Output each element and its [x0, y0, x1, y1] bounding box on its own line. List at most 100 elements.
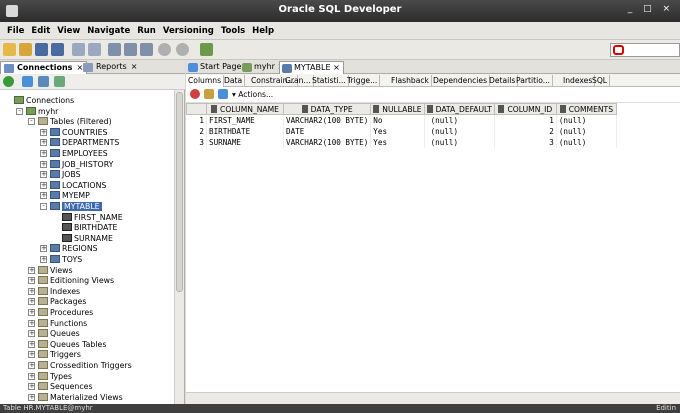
- filter-icon[interactable]: [38, 76, 49, 87]
- column-header[interactable]: COLUMN_NAME: [206, 103, 284, 115]
- actions-menu[interactable]: ▾ Actions...: [232, 90, 273, 99]
- tree-node[interactable]: + Packages: [28, 297, 86, 307]
- expand-icon[interactable]: +: [40, 160, 47, 168]
- tab-connections[interactable]: Connections ×: [0, 61, 88, 74]
- subtab-data[interactable]: Data: [222, 75, 246, 87]
- refresh-icon[interactable]: [218, 89, 228, 99]
- expand-icon[interactable]: +: [28, 372, 35, 380]
- menu-file[interactable]: File: [7, 26, 24, 36]
- table-cell[interactable]: (null): [556, 125, 617, 137]
- table-cell[interactable]: Yes: [370, 125, 425, 137]
- expand-icon[interactable]: +: [28, 383, 35, 391]
- table-cell[interactable]: No: [370, 114, 425, 126]
- search-input[interactable]: [610, 43, 680, 57]
- expand-icon[interactable]: +: [40, 192, 47, 200]
- forward-icon[interactable]: [176, 43, 189, 56]
- table-row[interactable]: 3 SURNAME VARCHAR2(100 BYTE) Yes (null) 3 (nul…: [186, 136, 617, 148]
- menu-help[interactable]: Help: [252, 26, 274, 36]
- tree-node[interactable]: - Tables (Filtered): [28, 117, 112, 127]
- save-icon[interactable]: [35, 43, 48, 56]
- sql-worksheet-icon[interactable]: [200, 43, 213, 56]
- expand-icon[interactable]: +: [40, 139, 47, 147]
- edit-icon[interactable]: [204, 89, 214, 99]
- table-cell[interactable]: (null): [556, 136, 617, 148]
- schema-browser-icon[interactable]: [54, 76, 65, 87]
- tree-node[interactable]: + Crossedition Triggers: [28, 361, 132, 371]
- menu-edit[interactable]: Edit: [31, 26, 50, 36]
- pin-icon[interactable]: [190, 89, 200, 99]
- tree-node[interactable]: + REGIONS: [40, 244, 98, 254]
- window-controls[interactable]: _ □ ×: [628, 4, 674, 14]
- column-header[interactable]: DATA_DEFAULT: [423, 103, 495, 115]
- tree-node[interactable]: + Queues: [28, 329, 80, 339]
- table-cell[interactable]: VARCHAR2(100 BYTE): [283, 114, 372, 126]
- scrollbar-thumb[interactable]: [176, 92, 183, 292]
- expand-icon[interactable]: +: [28, 287, 35, 295]
- tree-node[interactable]: + JOBS: [40, 170, 81, 180]
- expand-icon[interactable]: +: [28, 277, 35, 285]
- tree-node[interactable]: + DEPARTMENTS: [40, 138, 119, 148]
- table-cell[interactable]: BIRTHDATE: [206, 125, 284, 137]
- grid-horizontal-scrollbar[interactable]: [186, 392, 680, 404]
- tree-node[interactable]: + Materialized Views: [28, 392, 123, 403]
- column-header[interactable]: COLUMN_ID: [493, 103, 557, 115]
- save-all-icon[interactable]: [51, 43, 64, 56]
- tree-node[interactable]: + Sequences: [28, 382, 93, 392]
- paste-icon[interactable]: [140, 43, 153, 56]
- tree-node[interactable]: + Types: [28, 371, 72, 382]
- column-header[interactable]: NULLABLE: [370, 103, 425, 115]
- subtab-flashback[interactable]: Flashback: [389, 75, 432, 87]
- expand-icon[interactable]: +: [40, 171, 47, 179]
- expand-icon[interactable]: +: [28, 362, 35, 369]
- tree-scrollbar[interactable]: [174, 90, 184, 404]
- table-cell[interactable]: DATE: [283, 125, 372, 137]
- table-cell[interactable]: 1: [494, 114, 557, 126]
- expand-icon[interactable]: +: [28, 309, 35, 316]
- table-row[interactable]: 1 FIRST_NAME VARCHAR2(100 BYTE) No (null) 1 (n…: [186, 114, 617, 126]
- subtab-statisti[interactable]: Statisti...: [310, 75, 349, 87]
- expand-icon[interactable]: +: [28, 319, 35, 327]
- table-row[interactable]: 2 BIRTHDATE DATE Yes (null) 2 (null): [186, 125, 617, 137]
- table-cell[interactable]: (null): [424, 125, 495, 137]
- menu-tools[interactable]: Tools: [221, 26, 245, 36]
- subtab-trigge[interactable]: Trigge...: [345, 75, 381, 87]
- tree-node[interactable]: + COUNTRIES: [40, 127, 107, 138]
- tab-reports[interactable]: Reports ×: [80, 61, 140, 74]
- table-cell[interactable]: Yes: [370, 136, 425, 148]
- table-cell[interactable]: 2: [494, 125, 557, 137]
- collapse-icon[interactable]: -: [28, 118, 35, 126]
- tree-node[interactable]: + Queues Tables: [28, 339, 106, 350]
- table-cell[interactable]: 3: [494, 136, 557, 148]
- tree-node[interactable]: Connections: [14, 96, 74, 106]
- tree-node[interactable]: + Triggers: [28, 350, 81, 360]
- tree-node[interactable]: + Editioning Views: [28, 276, 114, 286]
- subtab-columns[interactable]: Columns: [186, 75, 225, 87]
- tree-node[interactable]: + LOCATIONS: [40, 180, 106, 191]
- tree-node[interactable]: + Views: [28, 265, 73, 276]
- expand-icon[interactable]: +: [28, 266, 35, 274]
- collapse-icon[interactable]: -: [16, 107, 23, 115]
- cut-icon[interactable]: [108, 43, 121, 56]
- menu-view[interactable]: View: [57, 26, 80, 36]
- redo-icon[interactable]: [88, 43, 101, 56]
- tree-node[interactable]: - MYTABLE: [40, 202, 102, 212]
- expand-icon[interactable]: +: [28, 330, 35, 338]
- tree-node[interactable]: SURNAME: [62, 233, 113, 244]
- connections-tree[interactable]: Connections - myhr - Tables (Filtered) + COUNT…: [0, 90, 174, 404]
- tree-node[interactable]: + MYEMP: [40, 191, 90, 201]
- expand-icon[interactable]: +: [28, 340, 35, 348]
- table-cell[interactable]: FIRST_NAME: [206, 114, 284, 126]
- menu-navigate[interactable]: Navigate: [87, 26, 130, 36]
- new-icon[interactable]: [3, 43, 16, 56]
- tree-node[interactable]: FIRST_NAME: [62, 212, 123, 223]
- expand-icon[interactable]: +: [40, 128, 47, 136]
- tree-node[interactable]: + Functions: [28, 318, 87, 329]
- column-header[interactable]: COMMENTS: [555, 103, 617, 115]
- table-cell[interactable]: VARCHAR2(100 BYTE): [283, 136, 372, 148]
- table-cell[interactable]: (null): [556, 114, 617, 126]
- expand-icon[interactable]: +: [40, 150, 47, 157]
- expand-icon[interactable]: +: [40, 256, 47, 263]
- expand-icon[interactable]: +: [28, 393, 35, 401]
- table-cell[interactable]: SURNAME: [206, 136, 284, 148]
- tree-node[interactable]: + JOB_HISTORY: [40, 159, 113, 170]
